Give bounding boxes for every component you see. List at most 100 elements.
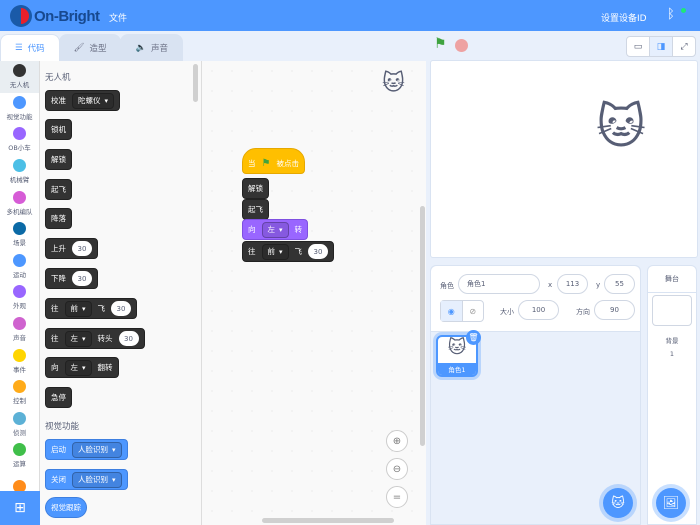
category-menu: 无人机 视觉功能 OB小车 机械臂 多机编队 场景 运动 外观 声音 事件 控制 侦测 运算 <box>0 61 40 494</box>
block-label: 解锁 <box>248 184 263 193</box>
block-number-input[interactable]: 30 <box>111 301 132 316</box>
sprite-name-input[interactable]: 角色1 <box>458 274 540 294</box>
add-extension-button[interactable]: ⊞ <box>0 491 40 525</box>
block-label: 急停 <box>51 393 66 402</box>
tab-code[interactable]: ☰ 代码 <box>0 34 60 61</box>
hide-sprite-button[interactable]: ⊘ <box>463 301 484 321</box>
sprite-direction-input[interactable]: 90 <box>594 300 635 320</box>
stage-thumbnail[interactable] <box>652 295 692 326</box>
code-block[interactable]: 起飞 <box>45 179 72 200</box>
category-10[interactable]: 控制 <box>0 377 39 409</box>
add-backdrop-button[interactable]: 🖼 <box>656 488 686 518</box>
show-sprite-button[interactable]: ◉ <box>441 301 463 321</box>
zoom-in-button[interactable]: ⊕ <box>386 430 408 452</box>
category-0[interactable]: 无人机 <box>0 61 39 93</box>
block-label: 起飞 <box>248 205 263 214</box>
code-block[interactable]: 视觉跟踪 <box>45 497 87 518</box>
code-block[interactable]: 降落 <box>45 208 72 229</box>
block-label: 往 <box>51 334 59 343</box>
code-block[interactable]: 下降 30 <box>45 268 98 289</box>
code-block[interactable]: 向左转 <box>242 219 309 240</box>
green-flag-icon: ⚑ <box>261 157 271 169</box>
delete-sprite-button[interactable]: 🗑 <box>466 330 481 345</box>
block-label: 下降 <box>51 274 66 283</box>
green-flag-button[interactable]: ⚑ <box>434 36 447 52</box>
code-block[interactable]: 当 ⚑ 被点击 <box>242 148 305 174</box>
block-dropdown[interactable]: 前 <box>64 300 92 317</box>
block-label: 向 <box>248 225 256 234</box>
category-6[interactable]: 运动 <box>0 251 39 283</box>
tab-costumes[interactable]: 🖌 造型 <box>58 34 122 61</box>
block-dropdown[interactable]: 左 <box>261 221 289 238</box>
add-sprite-button[interactable]: 🐱 <box>603 488 633 518</box>
block-dropdown[interactable]: 左 <box>64 359 92 376</box>
tab-sounds[interactable]: 🔈 声音 <box>120 34 184 61</box>
category-7[interactable]: 外观 <box>0 282 39 314</box>
code-block[interactable]: 锁机 <box>45 119 72 140</box>
category-11[interactable]: 侦测 <box>0 409 39 441</box>
palette-scrollbar[interactable] <box>193 64 198 102</box>
block-dropdown[interactable]: 人脸识别 <box>72 471 122 488</box>
code-block[interactable]: 往前飞 30 <box>242 241 335 262</box>
code-block[interactable]: 校准 陀螺仪 <box>45 90 121 111</box>
code-block[interactable]: 关闭 人脸识别 <box>45 469 128 490</box>
bluetooth-icon[interactable]: ᛒ <box>667 7 675 22</box>
block-label: 向 <box>51 363 59 372</box>
speaker-icon: 🔈 <box>135 43 147 53</box>
small-stage-button[interactable]: ▭ <box>627 37 650 56</box>
code-block[interactable]: 解锁 <box>45 149 72 170</box>
block-number-input[interactable]: 30 <box>118 331 139 346</box>
category-dot <box>13 190 26 204</box>
palette-heading-drone: 无人机 <box>45 73 71 83</box>
block-number-input[interactable]: 30 <box>308 244 329 259</box>
stage-canvas[interactable]: 🐱 <box>430 60 698 258</box>
block-dropdown[interactable]: 左 <box>64 330 92 347</box>
sprite-size-input[interactable]: 100 <box>518 300 559 320</box>
workspace-vertical-scrollbar[interactable] <box>420 206 425 446</box>
zoom-reset-button[interactable]: = <box>386 486 408 508</box>
category-12[interactable]: 运算 <box>0 440 39 472</box>
category-2[interactable]: OB小车 <box>0 124 39 156</box>
block-dropdown[interactable]: 陀螺仪 <box>72 92 115 109</box>
category-8[interactable]: 声音 <box>0 314 39 346</box>
code-block[interactable]: 起飞 <box>242 199 269 220</box>
sprite-cat[interactable]: 🐱 <box>596 99 646 155</box>
code-block[interactable]: 解锁 <box>242 178 269 199</box>
code-block[interactable]: 启动 人脸识别 <box>45 439 128 460</box>
category-dot <box>13 64 26 78</box>
block-label: 飞 <box>294 247 303 256</box>
fullscreen-button[interactable]: ⤢ <box>673 37 695 56</box>
category-9[interactable]: 事件 <box>0 345 39 377</box>
category-dot <box>13 95 26 109</box>
block-label: 视觉跟踪 <box>51 503 81 512</box>
trash-icon: 🗑 <box>468 333 479 342</box>
file-menu[interactable]: 文件 <box>109 11 127 24</box>
category-1[interactable]: 视觉功能 <box>0 93 39 125</box>
sprite-y-input[interactable]: 55 <box>604 274 635 294</box>
category-5[interactable]: 场景 <box>0 219 39 251</box>
normal-stage-button[interactable]: ◨ <box>650 37 673 56</box>
sprite-pane: 角色 角色1 x 113 y 55 ◉ ⊘ 大小 100 方向 90 🐱 角色1… <box>430 265 641 525</box>
code-block[interactable]: 向左翻转 <box>45 357 119 378</box>
zoom-out-button[interactable]: ⊖ <box>386 458 408 480</box>
block-dropdown[interactable]: 前 <box>261 243 289 260</box>
sprite-x-input[interactable]: 113 <box>557 274 588 294</box>
block-number-input[interactable]: 30 <box>72 271 92 286</box>
block-number-input[interactable]: 30 <box>72 241 92 256</box>
category-dot <box>13 285 26 299</box>
category-dot <box>13 348 26 362</box>
code-block[interactable]: 上升 30 <box>45 238 98 259</box>
add-extension-icon: ⊞ <box>14 500 26 516</box>
code-block[interactable]: 往前飞 30 <box>45 298 138 319</box>
code-block[interactable]: 急停 <box>45 387 72 408</box>
category-3[interactable]: 机械臂 <box>0 156 39 188</box>
code-block[interactable]: 往左转头 30 <box>45 328 145 349</box>
script-workspace[interactable]: 🐱 ⊕ ⊖ = 当 ⚑ 被点击解锁起飞向左转往前飞 30 <box>202 61 426 525</box>
block-dropdown[interactable]: 人脸识别 <box>72 441 122 458</box>
category-dot <box>13 411 26 425</box>
on-bright-logo: On-Bright <box>10 5 100 27</box>
category-4[interactable]: 多机编队 <box>0 187 39 219</box>
workspace-horizontal-scrollbar[interactable] <box>262 518 394 523</box>
stop-button[interactable] <box>455 39 468 52</box>
set-device-id-button[interactable]: 设置设备ID <box>601 11 647 24</box>
